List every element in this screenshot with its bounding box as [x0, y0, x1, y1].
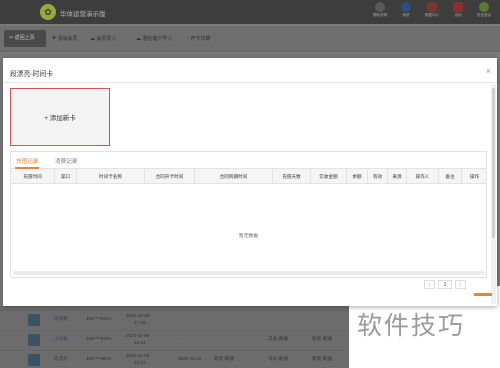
header-activity-button[interactable]: 活动: [448, 2, 468, 18]
header-system-button[interactable]: 系统: [396, 2, 416, 18]
dialog-scrollbar[interactable]: [491, 84, 496, 304]
app-logo: ✿: [40, 4, 56, 20]
column-header[interactable]: 有效: [368, 169, 388, 184]
help-icon: [375, 2, 385, 12]
app-header: ✿ 华体运营演示版 帮助说明 系统 数据中心 活动 安全退出: [0, 0, 500, 24]
table-row[interactable]: 段漂亮 154****8872 2020-11-06 14:12 2020-11…: [0, 350, 350, 368]
header-help-button[interactable]: 帮助说明: [370, 2, 390, 18]
table-row[interactable]: 测测看 156****5253 2020-12-28 17:45 - -: [0, 310, 350, 330]
plus-icon: +: [52, 35, 57, 42]
accent-bar: [474, 293, 492, 296]
column-header[interactable]: 备注: [439, 169, 462, 184]
header-data-center-button[interactable]: 数据中心: [422, 2, 442, 18]
watermark-text: 软件技巧: [357, 311, 466, 340]
shield-icon: [427, 2, 437, 12]
avatar: [28, 354, 40, 366]
logout-icon: [479, 2, 489, 12]
import-customers-button[interactable]: ☁ 潜在客户导入: [136, 35, 172, 42]
cloud-icon: ☁: [90, 36, 95, 42]
column-header[interactable]: 充值天数: [273, 169, 311, 184]
gift-icon: [453, 2, 463, 12]
tab-consumption-records[interactable]: 消费记录: [55, 157, 77, 165]
column-header[interactable]: 充值时间: [11, 169, 55, 184]
prev-page-button[interactable]: ‹: [424, 280, 435, 289]
avatar: [28, 334, 40, 346]
back-button[interactable]: ⇦ 返回上页: [4, 30, 46, 47]
add-member-button[interactable]: + 添加会员: [52, 35, 78, 42]
column-header[interactable]: 时间卡名称: [77, 169, 145, 184]
column-header[interactable]: 操作人: [407, 169, 439, 184]
horizontal-scrollbar[interactable]: [13, 271, 485, 275]
user-icon: [401, 2, 411, 12]
table-row[interactable]: 小时候 156****5254 2020-11-06 14:44 - - 冯总·…: [0, 330, 350, 350]
records-table-header: 充值时间 渠口 时间卡名称 合同开卡时间 合同到期时间 充值天数 实收金额 余额…: [11, 169, 486, 184]
next-page-button[interactable]: ›: [455, 280, 466, 289]
clock-icon: ◔: [186, 36, 190, 42]
tab-recharge-records[interactable]: 充值记录: [16, 157, 38, 165]
scrollbar-thumb[interactable]: [492, 88, 495, 238]
column-header[interactable]: 合同开卡时间: [145, 169, 195, 184]
avatar: [28, 314, 40, 326]
column-header[interactable]: 来源: [388, 169, 407, 184]
column-header[interactable]: 余额: [347, 169, 368, 184]
add-new-card-button[interactable]: + 添加新卡: [10, 88, 110, 146]
empty-state-text: 暂无数据: [238, 234, 259, 239]
dialog-title: 段漂亮-时间卡: [10, 71, 54, 78]
pagination: ‹ 1 ›: [424, 280, 466, 289]
column-header[interactable]: 操作: [462, 169, 487, 184]
page-number-input[interactable]: 1: [438, 280, 452, 289]
close-icon[interactable]: ×: [486, 66, 491, 76]
header-icon-bar: 帮助说明 系统 数据中心 活动 安全退出: [370, 2, 494, 18]
column-header[interactable]: 渠口: [55, 169, 77, 184]
divider: [3, 82, 497, 83]
records-tabs: 充值记录 消费记录: [11, 152, 486, 169]
member-card-dialog: 段漂亮-时间卡 × + 添加新卡 充值记录 消费记录 充值时间 渠口 时间卡名称…: [3, 58, 497, 306]
records-panel: 充值记录 消费记录 充值时间 渠口 时间卡名称 合同开卡时间 合同到期时间 充值…: [10, 151, 487, 278]
header-logout-button[interactable]: 安全退出: [474, 2, 494, 18]
page-toolbar: ⇦ 返回上页 + 添加会员 ☁ 会员导入 ☁ 潜在客户导入 ◔ 开卡日期: [0, 26, 500, 52]
column-header[interactable]: 实收金额: [311, 169, 347, 184]
card-expiry-button[interactable]: ◔ 开卡日期: [186, 35, 210, 42]
cloud-icon: ☁: [136, 36, 141, 42]
import-members-button[interactable]: ☁ 会员导入: [90, 35, 116, 42]
app-brand: 华体运营演示版: [60, 11, 106, 18]
arrow-left-icon: ⇦: [9, 35, 14, 41]
column-header[interactable]: 合同到期时间: [195, 169, 273, 184]
